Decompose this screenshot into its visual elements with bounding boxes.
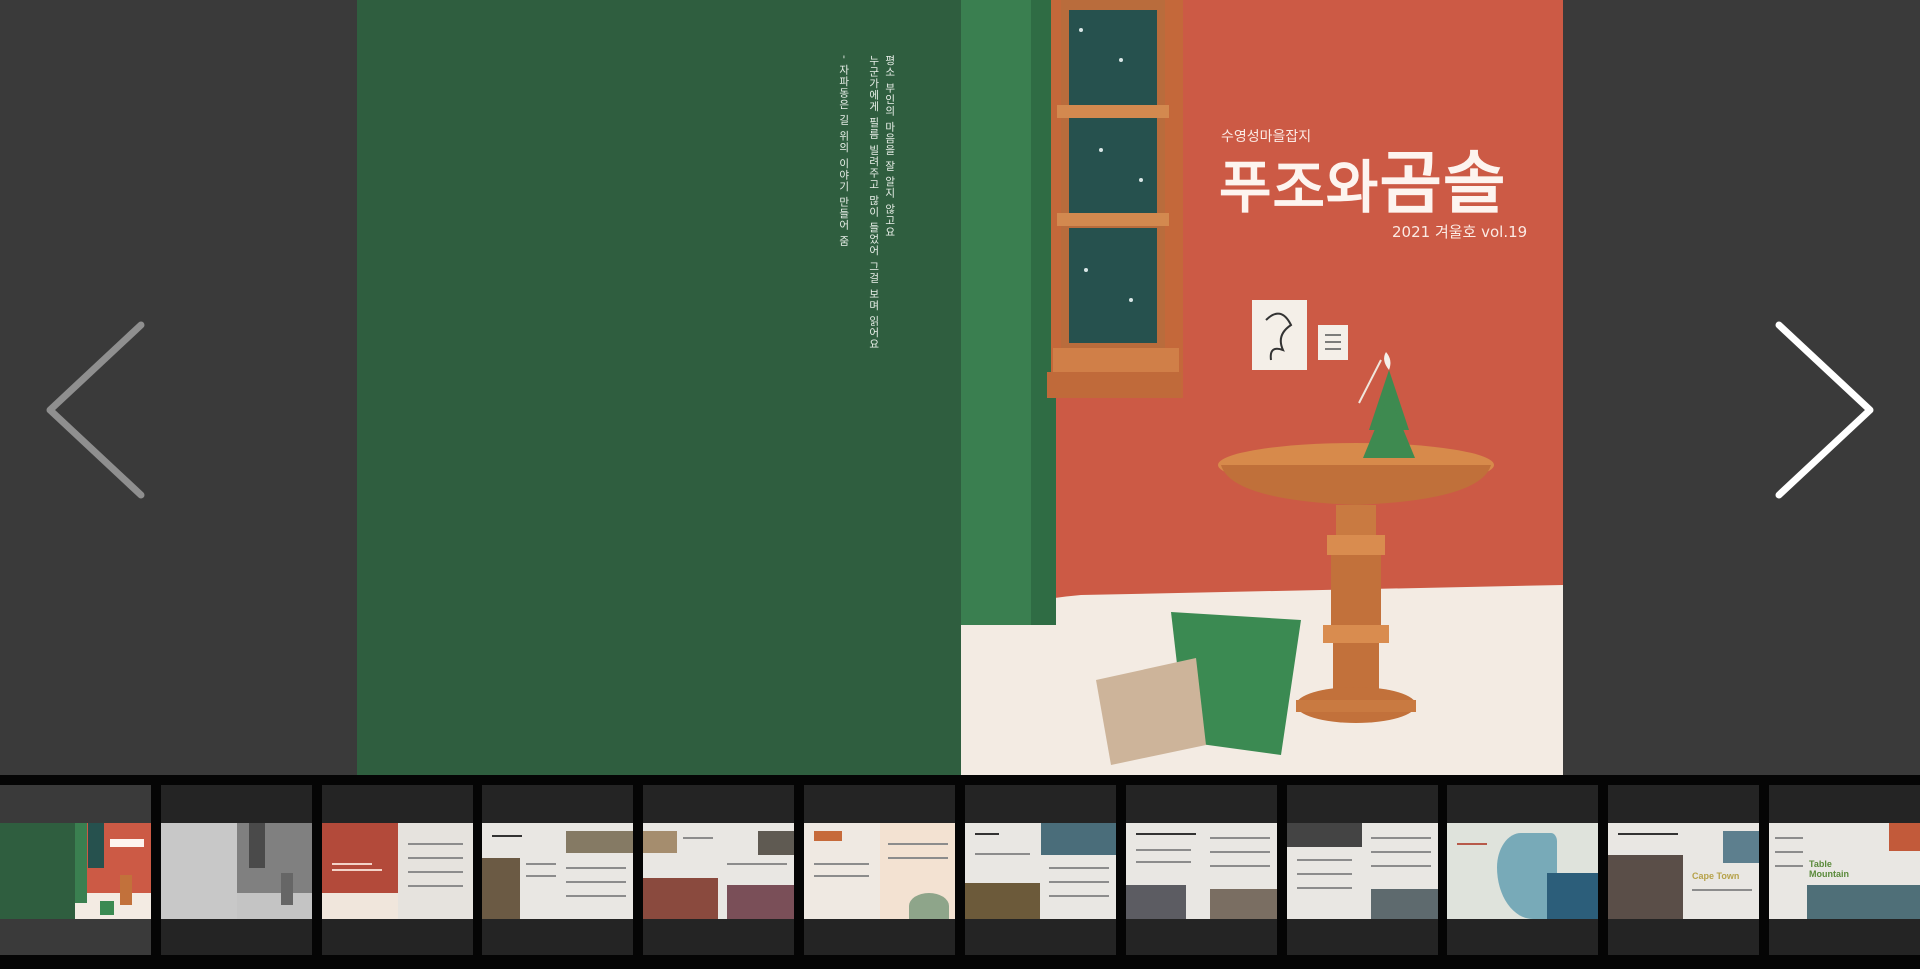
thumbnail-image [482, 823, 633, 919]
thumbnail-image [322, 823, 473, 919]
back-cover-text-1: 평소 부인의 마음을 잘 알지 않고요 [883, 55, 896, 238]
thumbnail-image [643, 823, 794, 919]
next-page-button[interactable] [1762, 320, 1882, 500]
thumbnail-page-11[interactable]: Cape Town [1608, 785, 1759, 955]
magazine-title-part-2: 곰솔 [1379, 145, 1507, 224]
previous-page-button[interactable] [38, 320, 158, 500]
thumbnail-page-12[interactable]: Table Mountain [1769, 785, 1920, 955]
thumbnail-page-7[interactable] [965, 785, 1116, 955]
thumbnail-page-10[interactable] [1447, 785, 1598, 955]
thumbnail-image: Table Mountain [1769, 823, 1920, 919]
thumbnail-image [161, 823, 312, 919]
magazine-title-part-1: 푸조와 [1219, 155, 1380, 221]
thumbnail-caption: Table Mountain [1809, 859, 1849, 879]
thumbnail-image [0, 823, 151, 919]
thumbnail-image [1447, 823, 1598, 919]
thumbnail-image [804, 823, 955, 919]
back-cover-text-2: 누군가에게 필름 빌려주고 많이 들었어 그걸 보며 읽어요 [867, 55, 880, 350]
back-cover-text-3: - 자파동은 길 위의 이야기 만들어 줌 [837, 55, 850, 247]
thumbnail-page-5[interactable] [643, 785, 794, 955]
thumbnail-page-3[interactable] [322, 785, 473, 955]
thumbnail-page-2[interactable] [161, 785, 312, 955]
page-viewer: 평소 부인의 마음을 잘 알지 않고요 누군가에게 필름 빌려주고 많이 들었어… [0, 0, 1920, 775]
thumbnail-page-9[interactable] [1287, 785, 1438, 955]
front-cover-page: 수영성마을잡지 푸조와곰솔 2021 겨울호 vol.19 [961, 0, 1563, 775]
magazine-title: 푸조와곰솔 [1219, 128, 1506, 227]
page-spread: 평소 부인의 마음을 잘 알지 않고요 누군가에게 필름 빌려주고 많이 들었어… [357, 0, 1563, 775]
thumbnail-caption: Cape Town [1692, 871, 1740, 881]
thumbnail-image: Cape Town [1608, 823, 1759, 919]
thumbnail-page-1[interactable] [0, 785, 151, 955]
back-cover-page: 평소 부인의 마음을 잘 알지 않고요 누군가에게 필름 빌려주고 많이 들었어… [357, 0, 961, 775]
chevron-right-icon [1775, 321, 1874, 499]
issue-label: 2021 겨울호 vol.19 [1392, 223, 1528, 241]
thumbnail-page-4[interactable] [482, 785, 633, 955]
thumbnail-image [1126, 823, 1277, 919]
thumbnail-page-8[interactable] [1126, 785, 1277, 955]
thumbnail-image [965, 823, 1116, 919]
cover-illustration [961, 0, 1563, 775]
chevron-left-icon [46, 321, 145, 499]
thumbnail-image [1287, 823, 1438, 919]
thumbnail-page-6[interactable] [804, 785, 955, 955]
thumbnail-strip: Cape Town Table Mountain [0, 775, 1920, 969]
